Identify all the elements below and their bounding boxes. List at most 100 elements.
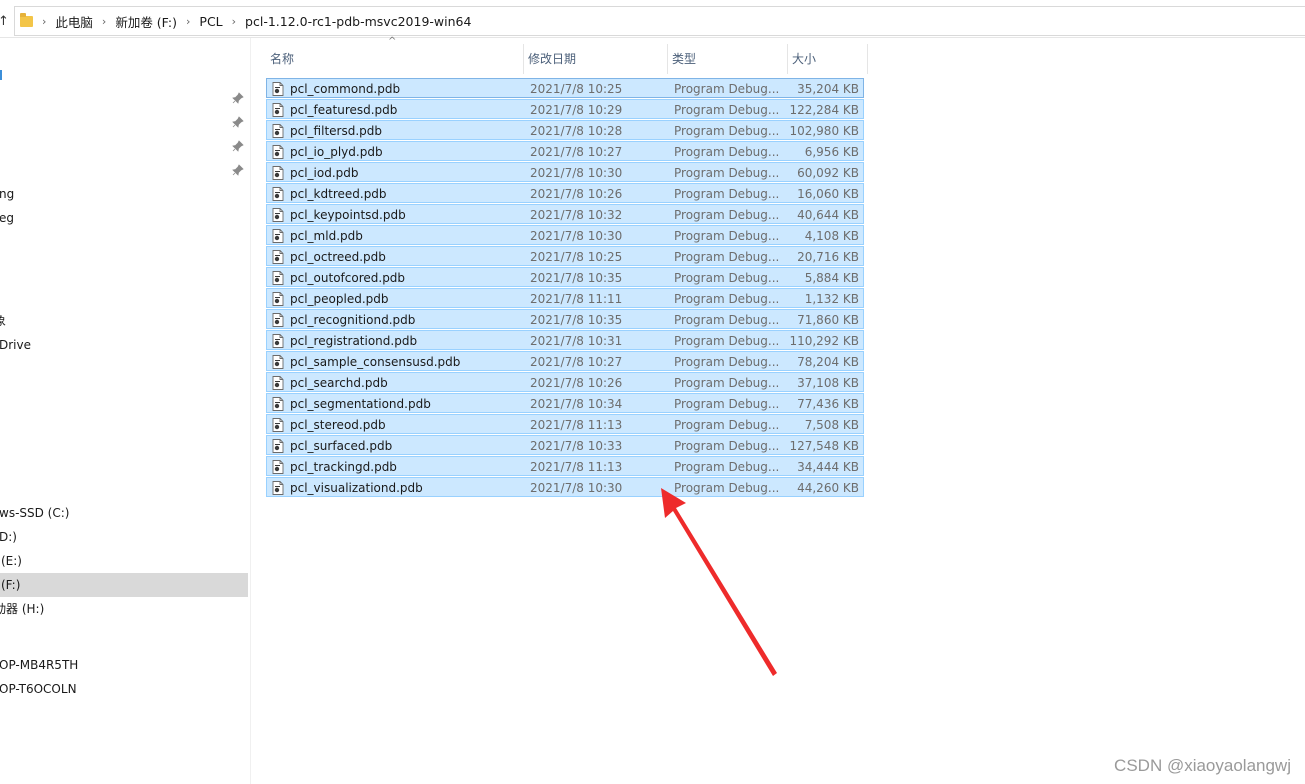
file-size: 110,292 KB: [789, 334, 859, 348]
nav-item-quick-2[interactable]: eg: [0, 206, 248, 230]
breadcrumb-drive-f[interactable]: 新加卷 (F:): [115, 12, 177, 31]
column-header-type[interactable]: 类型: [668, 44, 788, 74]
chevron-right-icon[interactable]: ›: [102, 15, 106, 28]
quick-access-marker: [0, 70, 2, 80]
chevron-right-icon[interactable]: ›: [232, 15, 236, 28]
file-type: Program Debug...: [674, 208, 780, 222]
pin-icon[interactable]: [232, 92, 244, 104]
up-arrow-icon[interactable]: ↑: [0, 14, 9, 29]
chevron-right-icon[interactable]: ›: [186, 15, 190, 28]
file-row[interactable]: pcl_stereod.pdb 2021/7/8 11:13 Program Deb…: [266, 414, 864, 434]
file-date: 2021/7/8 10:26: [530, 376, 623, 390]
file-row[interactable]: pcl_recognitiond.pdb 2021/7/8 10:35 Progra…: [266, 309, 864, 329]
file-name: pcl_mld.pdb: [290, 229, 363, 243]
watermark: CSDN @xiaoyaolangwj: [1114, 756, 1291, 775]
nav-item-network-pc-1[interactable]: OP-MB4R5TH: [0, 653, 248, 677]
file-date: 2021/7/8 10:26: [530, 187, 623, 201]
column-header-name[interactable]: 名称: [266, 44, 524, 74]
breadcrumb-current-folder[interactable]: pcl-1.12.0-rc1-pdb-msvc2019-win64: [245, 14, 471, 29]
file-type: Program Debug...: [674, 460, 780, 474]
nav-item-onedrive[interactable]: Drive: [0, 333, 248, 357]
file-row[interactable]: pcl_outofcored.pdb 2021/7/8 10:35 Program …: [266, 267, 864, 287]
pdb-file-icon: [272, 355, 284, 369]
nav-item-drive-d[interactable]: D:): [0, 525, 248, 549]
pane-divider[interactable]: [250, 38, 251, 784]
file-size: 4,108 KB: [804, 229, 859, 243]
file-row[interactable]: pcl_featuresd.pdb 2021/7/8 10:29 Program D…: [266, 99, 864, 119]
nav-item-drive-e[interactable]: (E:): [0, 549, 248, 573]
nav-item-drive-h[interactable]: 动器 (H:): [0, 597, 248, 621]
file-type: Program Debug...: [674, 355, 780, 369]
file-type: Program Debug...: [674, 271, 780, 285]
file-row[interactable]: pcl_segmentationd.pdb 2021/7/8 10:34 Progr…: [266, 393, 864, 413]
file-row[interactable]: pcl_iod.pdb 2021/7/8 10:30 Program Debug..…: [266, 162, 864, 182]
file-size: 37,108 KB: [797, 376, 859, 390]
file-row[interactable]: pcl_registrationd.pdb 2021/7/8 10:31 Progr…: [266, 330, 864, 350]
file-size: 16,060 KB: [797, 187, 859, 201]
pin-icon[interactable]: [232, 116, 244, 128]
file-row[interactable]: pcl_trackingd.pdb 2021/7/8 11:13 Program D…: [266, 456, 864, 476]
file-date: 2021/7/8 11:11: [530, 292, 623, 306]
chevron-right-icon[interactable]: ›: [42, 15, 46, 28]
file-date: 2021/7/8 11:13: [530, 418, 623, 432]
file-row[interactable]: pcl_searchd.pdb 2021/7/8 10:26 Program Deb…: [266, 372, 864, 392]
file-row[interactable]: pcl_surfaced.pdb 2021/7/8 10:33 Program De…: [266, 435, 864, 455]
nav-item-pictures[interactable]: 象: [0, 309, 248, 333]
file-type: Program Debug...: [674, 313, 780, 327]
file-date: 2021/7/8 10:25: [530, 250, 623, 264]
nav-item-network-pc-2[interactable]: OP-T6OCOLN: [0, 677, 248, 701]
file-size: 122,284 KB: [789, 103, 859, 117]
pdb-file-icon: [272, 481, 284, 495]
column-header-date[interactable]: 修改日期: [524, 44, 668, 74]
column-header-size[interactable]: 大小: [788, 44, 868, 74]
pdb-file-icon: [272, 124, 284, 138]
pdb-file-icon: [272, 250, 284, 264]
pdb-file-icon: [272, 460, 284, 474]
file-row[interactable]: pcl_sample_consensusd.pdb 2021/7/8 10:27 P…: [266, 351, 864, 371]
file-name: pcl_surfaced.pdb: [290, 439, 393, 453]
pdb-file-icon: [272, 208, 284, 222]
file-date: 2021/7/8 10:29: [530, 103, 623, 117]
pdb-file-icon: [272, 271, 284, 285]
pdb-file-icon: [272, 187, 284, 201]
pdb-file-icon: [272, 166, 284, 180]
file-row[interactable]: pcl_filtersd.pdb 2021/7/8 10:28 Program De…: [266, 120, 864, 140]
nav-item-drive-f[interactable]: (F:): [0, 573, 248, 597]
pin-icon[interactable]: [232, 164, 244, 176]
file-date: 2021/7/8 10:32: [530, 208, 623, 222]
pdb-file-icon: [272, 439, 284, 453]
file-size: 1,132 KB: [804, 292, 859, 306]
file-row[interactable]: pcl_keypointsd.pdb 2021/7/8 10:32 Program …: [266, 204, 864, 224]
pdb-file-icon: [272, 292, 284, 306]
file-name: pcl_octreed.pdb: [290, 250, 386, 264]
address-box[interactable]: › 此电脑 › 新加卷 (F:) › PCL › pcl-1.12.0-rc1-…: [14, 6, 1305, 36]
folder-icon: [20, 12, 33, 27]
file-size: 7,508 KB: [804, 418, 859, 432]
file-type: Program Debug...: [674, 250, 780, 264]
file-date: 2021/7/8 10:27: [530, 145, 623, 159]
file-size: 34,444 KB: [797, 460, 859, 474]
file-type: Program Debug...: [674, 124, 780, 138]
file-date: 2021/7/8 10:30: [530, 481, 623, 495]
file-size: 35,204 KB: [797, 82, 859, 96]
file-row[interactable]: pcl_commond.pdb 2021/7/8 10:25 Program Deb…: [266, 78, 864, 98]
file-row[interactable]: pcl_octreed.pdb 2021/7/8 10:25 Program Deb…: [266, 246, 864, 266]
file-row[interactable]: pcl_mld.pdb 2021/7/8 10:30 Program Debug..…: [266, 225, 864, 245]
breadcrumb-this-pc[interactable]: 此电脑: [55, 12, 93, 31]
file-row[interactable]: pcl_io_plyd.pdb 2021/7/8 10:27 Program Deb…: [266, 141, 864, 161]
pdb-file-icon: [272, 397, 284, 411]
navigation-pane: ng eg 象 Drive ws-SSD (C:) D:) (E:) (F:) …: [0, 38, 248, 784]
pin-icon[interactable]: [232, 140, 244, 152]
file-row[interactable]: pcl_kdtreed.pdb 2021/7/8 10:26 Program Deb…: [266, 183, 864, 203]
file-type: Program Debug...: [674, 439, 780, 453]
file-name: pcl_recognitiond.pdb: [290, 313, 416, 327]
file-row[interactable]: pcl_peopled.pdb 2021/7/8 11:11 Program Deb…: [266, 288, 864, 308]
breadcrumb-pcl[interactable]: PCL: [199, 14, 222, 29]
file-name: pcl_peopled.pdb: [290, 292, 389, 306]
file-size: 127,548 KB: [789, 439, 859, 453]
file-date: 2021/7/8 10:34: [530, 397, 623, 411]
nav-item-drive-c[interactable]: ws-SSD (C:): [0, 501, 248, 525]
file-type: Program Debug...: [674, 82, 780, 96]
file-date: 2021/7/8 10:30: [530, 229, 623, 243]
nav-item-quick-1[interactable]: ng: [0, 182, 248, 206]
